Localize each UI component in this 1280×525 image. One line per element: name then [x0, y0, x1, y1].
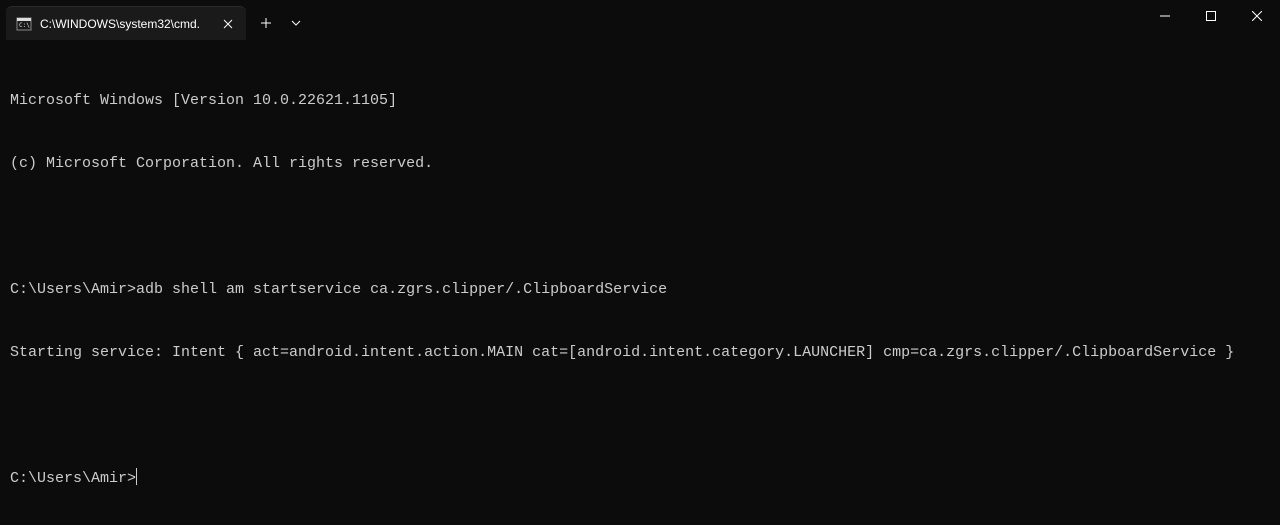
version-line: Microsoft Windows [Version 10.0.22621.11… — [10, 90, 1270, 111]
blank-line — [10, 405, 1270, 426]
window-controls — [1142, 0, 1280, 32]
tab-title: C:\WINDOWS\system32\cmd. — [40, 17, 212, 31]
titlebar: C:\ C:\WINDOWS\system32\cmd. — [0, 0, 1280, 40]
cmd-icon: C:\ — [16, 16, 32, 32]
prompt: C:\Users\Amir> — [10, 281, 136, 298]
command-text: adb shell am startservice ca.zgrs.clippe… — [136, 281, 667, 298]
titlebar-left: C:\ C:\WINDOWS\system32\cmd. — [0, 0, 310, 40]
copyright-line: (c) Microsoft Corporation. All rights re… — [10, 153, 1270, 174]
tab-cmd[interactable]: C:\ C:\WINDOWS\system32\cmd. — [6, 6, 246, 40]
tab-dropdown-button[interactable] — [282, 7, 310, 39]
prompt: C:\Users\Amir> — [10, 470, 136, 487]
new-tab-button[interactable] — [250, 7, 282, 39]
blank-line — [10, 216, 1270, 237]
maximize-button[interactable] — [1188, 0, 1234, 32]
command-line-2: C:\Users\Amir> — [10, 468, 1270, 489]
tab-close-button[interactable] — [220, 16, 236, 32]
minimize-button[interactable] — [1142, 0, 1188, 32]
command-line-1: C:\Users\Amir>adb shell am startservice … — [10, 279, 1270, 300]
close-window-button[interactable] — [1234, 0, 1280, 32]
svg-text:C:\: C:\ — [19, 22, 30, 29]
text-cursor — [136, 468, 137, 485]
terminal-output[interactable]: Microsoft Windows [Version 10.0.22621.11… — [0, 40, 1280, 518]
output-line-1: Starting service: Intent { act=android.i… — [10, 342, 1270, 363]
